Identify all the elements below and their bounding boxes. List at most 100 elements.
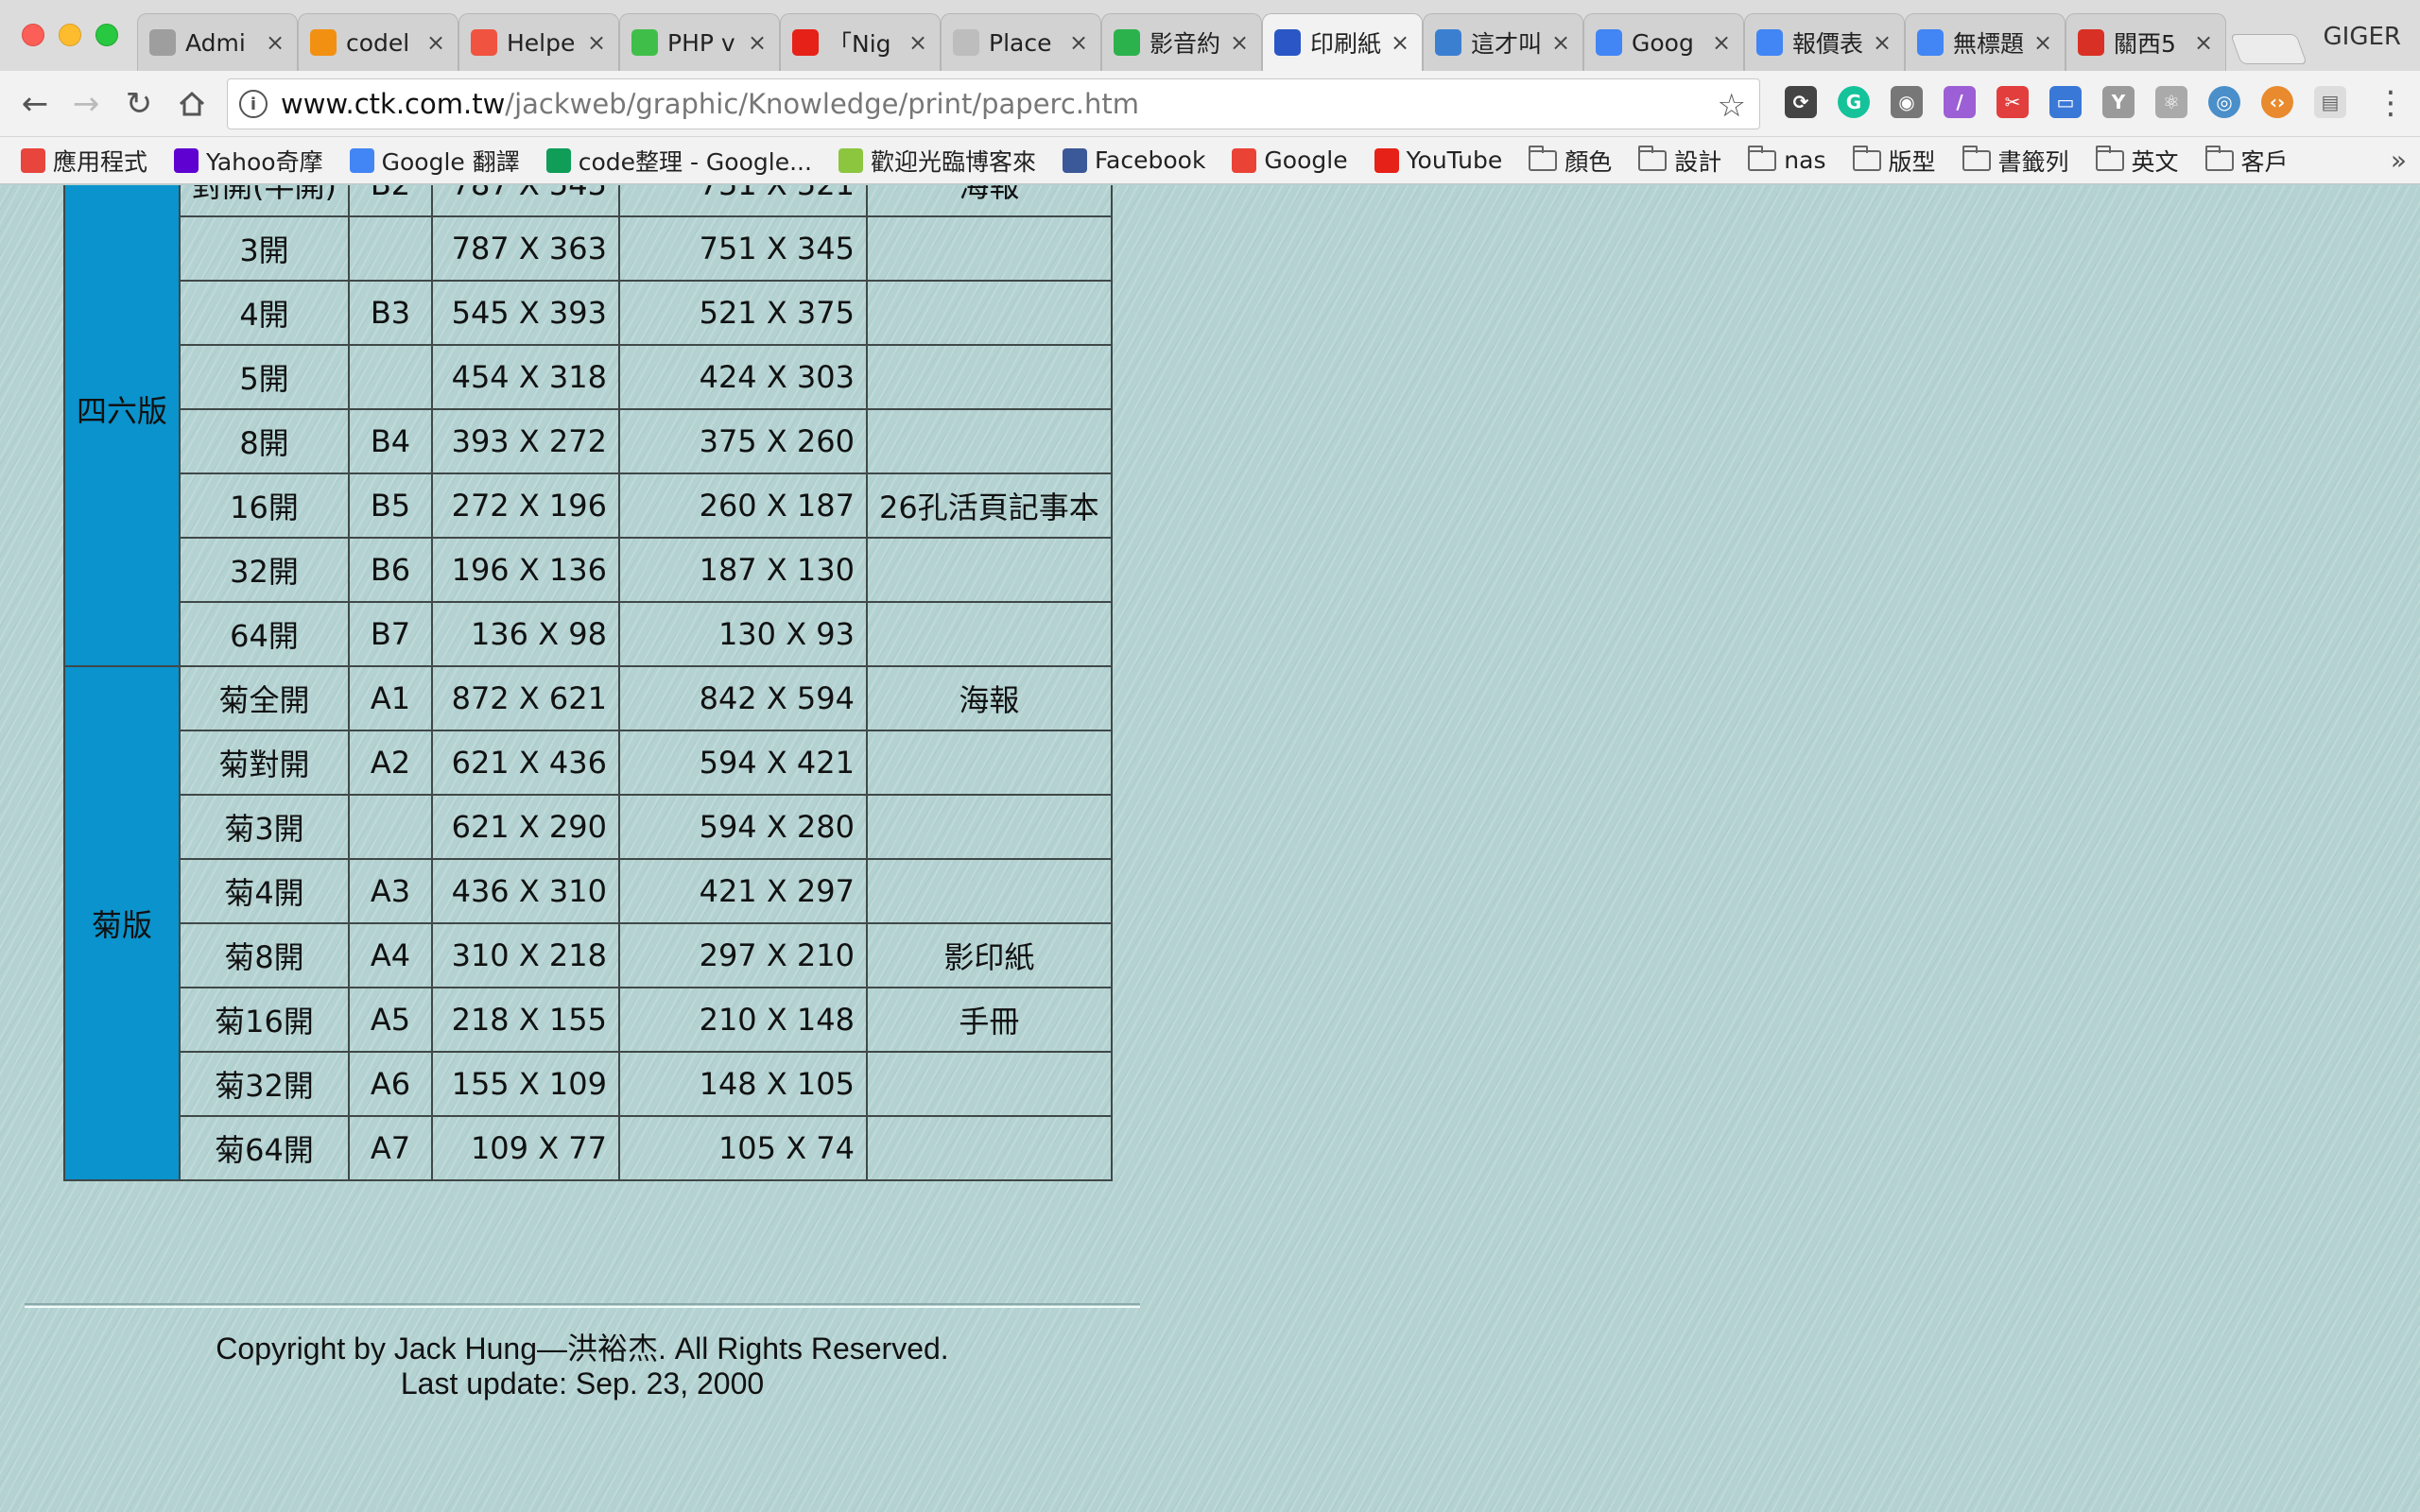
- more-menu-icon[interactable]: ⋮: [2375, 84, 2407, 122]
- bookmarks-overflow-button[interactable]: »: [2391, 145, 2407, 176]
- bookmark-label: YouTube: [1406, 146, 1503, 174]
- bookmark-item[interactable]: 歡迎光臨博客來: [838, 144, 1036, 178]
- code-extension-icon[interactable]: ‹›: [2261, 86, 2293, 118]
- tab-close-icon[interactable]: ×: [2193, 29, 2214, 56]
- size-name-cell: 菊3開: [179, 794, 350, 860]
- bookmark-star-icon[interactable]: ☆: [1718, 87, 1746, 125]
- zoom-window-button[interactable]: [95, 24, 118, 46]
- tab-close-icon[interactable]: ×: [2032, 29, 2053, 56]
- browser-tab[interactable]: Place ×: [941, 13, 1101, 71]
- tab-close-icon[interactable]: ×: [1229, 29, 1250, 56]
- tab-close-icon[interactable]: ×: [586, 29, 607, 56]
- browser-tab[interactable]: 「Nig ×: [780, 13, 941, 71]
- bookmark-item[interactable]: 英文: [2095, 144, 2179, 178]
- table-row: 菊版 菊全開 A1 872 X 621 842 X 594 海報: [62, 665, 1113, 1181]
- bookmark-item[interactable]: Yahoo奇摩: [174, 144, 323, 178]
- bookmark-item[interactable]: Facebook: [1062, 146, 1205, 174]
- usage-cell: 影印紙: [866, 922, 1113, 988]
- bookmark-item[interactable]: nas: [1748, 145, 1826, 174]
- trimmed-size-cell: 842 X 594: [618, 665, 868, 731]
- iso-code-cell: B5: [348, 472, 433, 539]
- tab-close-icon[interactable]: ×: [1550, 29, 1571, 56]
- circle-extension-icon[interactable]: ◎: [2208, 86, 2240, 118]
- browser-tab[interactable]: codel ×: [298, 13, 458, 71]
- address-bar[interactable]: i www.ctk.com.tw/jackweb/graphic/Knowled…: [227, 78, 1760, 129]
- screenshot-icon[interactable]: ▭: [2049, 86, 2082, 118]
- bookmark-item[interactable]: 顏色: [1529, 144, 1612, 178]
- tab-close-icon[interactable]: ×: [1872, 29, 1893, 56]
- tab-close-icon[interactable]: ×: [1711, 29, 1732, 56]
- forward-button[interactable]: →: [64, 82, 108, 126]
- table-row: 菊3開 621 X 290 594 X 280: [64, 794, 1113, 860]
- browser-tab[interactable]: Helpe ×: [458, 13, 619, 71]
- reload-button[interactable]: ↻: [117, 82, 161, 126]
- bookmark-item[interactable]: Google 翻譯: [349, 144, 520, 178]
- browser-tab[interactable]: 印刷紙 ×: [1262, 13, 1423, 71]
- usage-cell: [866, 537, 1113, 603]
- tab-close-icon[interactable]: ×: [265, 29, 285, 56]
- tab-close-icon[interactable]: ×: [747, 29, 768, 56]
- bookmark-item[interactable]: code整理 - Google...: [545, 144, 812, 178]
- browser-tab[interactable]: 無標題 ×: [1905, 13, 2066, 71]
- size-name-cell: 16開: [179, 472, 350, 539]
- tab-close-icon[interactable]: ×: [425, 29, 446, 56]
- tab-close-icon[interactable]: ×: [908, 29, 928, 56]
- usage-cell: [866, 1115, 1113, 1181]
- home-button[interactable]: [170, 82, 214, 126]
- table-row: 四六版對開(半開)B2787 X 545751 X 521海報: [62, 185, 1113, 667]
- usage-cell: 26孔活頁記事本: [866, 472, 1113, 539]
- bookmark-item[interactable]: 設計: [1638, 144, 1721, 178]
- bookmark-item[interactable]: Google: [1232, 146, 1348, 174]
- tab-close-icon[interactable]: ×: [1390, 29, 1410, 56]
- react-devtools-icon[interactable]: ⚛: [2155, 86, 2187, 118]
- folder-icon: [1529, 145, 1558, 171]
- tab-title: Helpe: [507, 28, 576, 57]
- bookmark-label: code整理 - Google...: [578, 147, 812, 176]
- full-size-cell: 872 X 621: [431, 665, 620, 731]
- new-tab-button[interactable]: [2230, 34, 2308, 64]
- browser-tab[interactable]: PHP v ×: [619, 13, 780, 71]
- close-window-button[interactable]: [22, 24, 44, 46]
- bookmark-item[interactable]: 版型: [1852, 144, 1936, 178]
- grammarly-icon[interactable]: G: [1838, 86, 1870, 118]
- browser-tab[interactable]: 影音約 ×: [1101, 13, 1262, 71]
- sync-extension-icon[interactable]: ⟳: [1785, 86, 1817, 118]
- gmail-icon: [2078, 29, 2104, 56]
- full-size-cell: 155 X 109: [431, 1051, 620, 1117]
- iso-code-cell: A3: [348, 858, 433, 924]
- bookmark-item[interactable]: 應用程式: [21, 144, 147, 178]
- browser-tab[interactable]: Goog ×: [1583, 13, 1744, 71]
- scissors-icon[interactable]: ✂: [1996, 86, 2029, 118]
- feather-icon[interactable]: /: [1944, 86, 1976, 118]
- camera-icon[interactable]: ◉: [1891, 86, 1923, 118]
- usage-cell: [866, 794, 1113, 860]
- bookmark-label: 書籤列: [1997, 147, 2069, 176]
- bookmark-item[interactable]: 書籤列: [1962, 144, 2069, 178]
- browser-tab[interactable]: 關西5 ×: [2066, 13, 2226, 71]
- paper-size-table: 四六版對開(半開)B2787 X 545751 X 521海報3開787 X 3…: [62, 185, 1113, 1181]
- browser-tab[interactable]: 這才叫 ×: [1423, 13, 1583, 71]
- trimmed-size-cell: 375 X 260: [618, 408, 868, 474]
- full-size-cell: 136 X 98: [431, 601, 620, 667]
- browser-tab[interactable]: 報價表 ×: [1744, 13, 1905, 71]
- folder-icon: [2204, 145, 2234, 171]
- profile-name[interactable]: GIGER: [2324, 23, 2401, 51]
- laravel-icon: [471, 29, 497, 56]
- iso-code-cell: B4: [348, 408, 433, 474]
- trimmed-size-cell: 297 X 210: [618, 922, 868, 988]
- usage-cell: [866, 601, 1113, 667]
- y-extension-icon[interactable]: Y: [2102, 86, 2135, 118]
- iso-code-cell: A6: [348, 1051, 433, 1117]
- table-row: 4開 B3 545 X 393 521 X 375: [64, 280, 1113, 346]
- tab-close-icon[interactable]: ×: [1068, 29, 1089, 56]
- browser-tab[interactable]: Admi ×: [137, 13, 298, 71]
- youtube-icon: [792, 29, 819, 56]
- full-size-cell: 109 X 77: [431, 1115, 620, 1181]
- window-extension-icon[interactable]: ▤: [2314, 86, 2346, 118]
- back-button[interactable]: ←: [13, 82, 57, 126]
- yahoo-icon: [174, 147, 199, 173]
- minimize-window-button[interactable]: [59, 24, 81, 46]
- info-icon[interactable]: i: [239, 90, 268, 118]
- bookmark-item[interactable]: 客戶: [2204, 144, 2289, 178]
- bookmark-item[interactable]: YouTube: [1374, 146, 1503, 174]
